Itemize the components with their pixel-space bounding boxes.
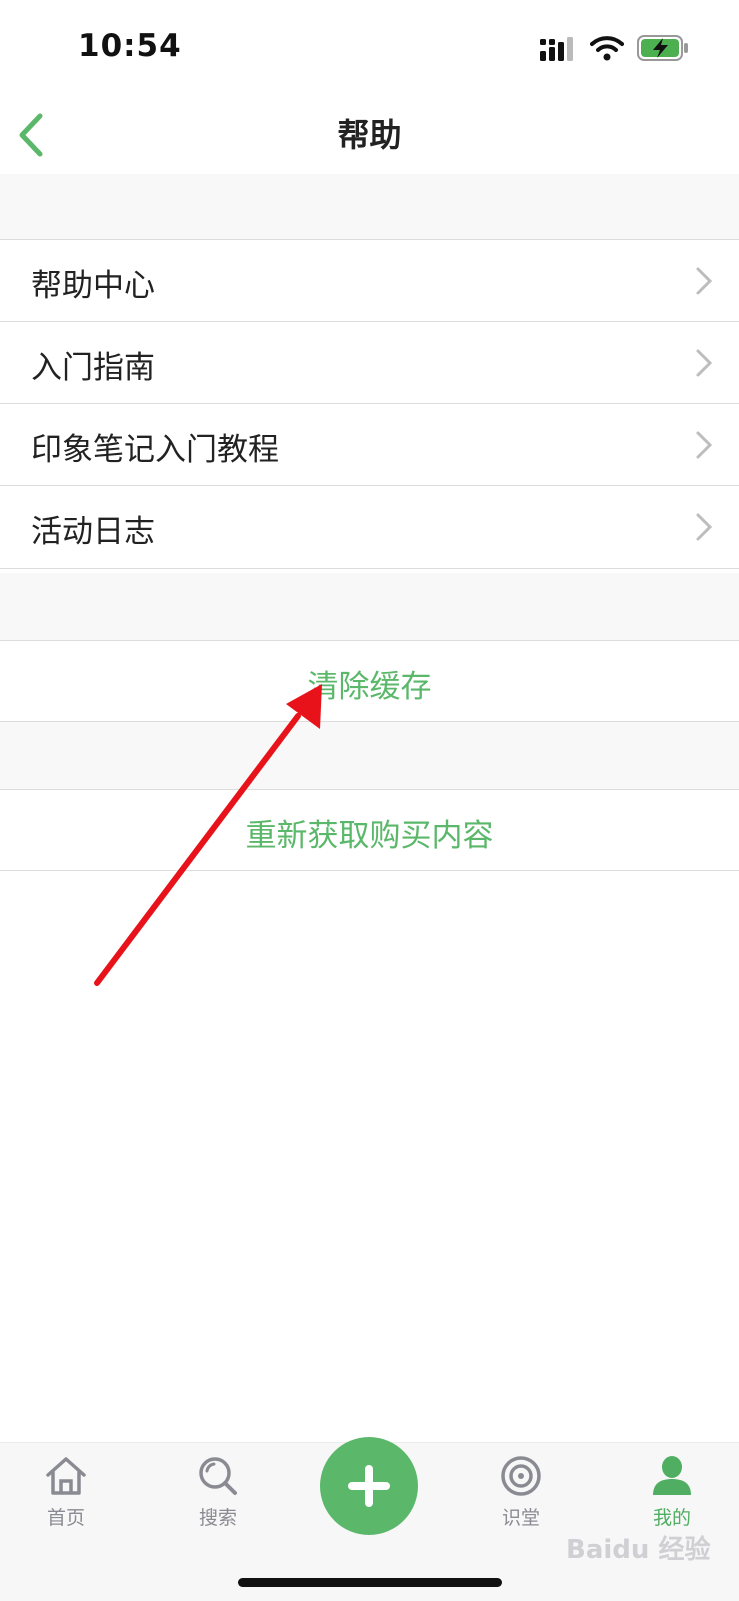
navigation-bar: 帮助 xyxy=(0,96,739,174)
chevron-right-icon xyxy=(696,267,713,295)
section-spacer xyxy=(0,573,739,641)
target-icon xyxy=(501,1456,541,1496)
list-item-label: 入门指南 xyxy=(31,350,155,386)
battery-charging-icon xyxy=(637,35,688,61)
empty-area xyxy=(0,871,739,1442)
section-spacer xyxy=(0,721,739,789)
home-icon xyxy=(46,1457,86,1495)
list-item-evernote-tutorial[interactable]: 印象笔记入门教程 xyxy=(0,403,739,485)
tab-search[interactable]: 搜索 xyxy=(168,1453,268,1530)
chevron-right-icon xyxy=(696,513,713,541)
chevron-right-icon xyxy=(696,349,713,377)
watermark: Baidu 经验 xyxy=(566,1535,711,1565)
list-item-label: 印象笔记入门教程 xyxy=(31,432,279,468)
search-icon xyxy=(199,1457,237,1495)
help-list: 帮助中心 入门指南 印象笔记入门教程 活动日志 xyxy=(0,239,739,569)
tab-label: 搜索 xyxy=(198,1507,237,1529)
tab-label: 首页 xyxy=(46,1507,85,1529)
tab-learn[interactable]: 识堂 xyxy=(471,1453,571,1530)
clear-cache-label: 清除缓存 xyxy=(307,669,432,705)
list-item-activity-log[interactable]: 活动日志 xyxy=(0,485,739,569)
page-title: 帮助 xyxy=(337,116,402,154)
tab-home[interactable]: 首页 xyxy=(16,1453,116,1530)
chevron-right-icon xyxy=(696,431,713,459)
tab-label: 识堂 xyxy=(501,1507,540,1529)
list-item-label: 活动日志 xyxy=(31,514,155,550)
status-bar: 10:54 xyxy=(0,0,739,96)
list-item-label: 帮助中心 xyxy=(31,268,155,304)
user-icon xyxy=(653,1456,691,1495)
list-item-help-center[interactable]: 帮助中心 xyxy=(0,239,739,321)
wifi-icon xyxy=(590,36,624,61)
status-time: 10:54 xyxy=(78,28,182,64)
restore-purchases-label: 重新获取购买内容 xyxy=(245,818,494,854)
tab-label: 我的 xyxy=(652,1507,691,1529)
clear-cache-button[interactable]: 清除缓存 xyxy=(0,640,739,722)
home-indicator xyxy=(238,1578,502,1587)
add-note-button[interactable] xyxy=(320,1437,418,1535)
section-spacer xyxy=(0,174,739,239)
list-item-getting-started[interactable]: 入门指南 xyxy=(0,321,739,403)
restore-purchases-button[interactable]: 重新获取购买内容 xyxy=(0,789,739,871)
tab-me[interactable]: 我的 xyxy=(622,1453,722,1530)
cellular-signal-icon xyxy=(540,37,573,61)
